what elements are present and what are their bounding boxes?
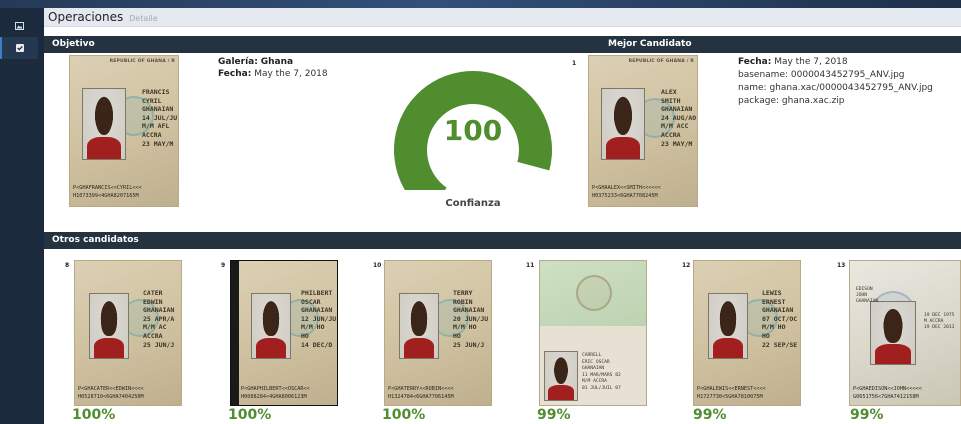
- candidate-score: 99%: [850, 407, 884, 423]
- best-package-info: package: ghana.xac.zip: [738, 96, 845, 106]
- portrait-photo: [82, 88, 126, 160]
- candidate-rank: 10: [373, 262, 382, 269]
- best-name-info: name: ghana.xac/0000043452795_ANV.jpg: [738, 83, 933, 93]
- top-strip: [0, 0, 961, 8]
- sidebar-item-tasks[interactable]: [0, 37, 38, 59]
- candidate-score: 100%: [72, 407, 116, 423]
- candidate-image[interactable]: PHILBERT OSCAR GHANAIAN 12 JUN/JU M/M HO HO…: [230, 260, 338, 406]
- otros-candidatos-header: Otros candidatos: [44, 232, 961, 249]
- page-header: Operaciones Detalle: [44, 8, 961, 27]
- sidebar-item-images[interactable]: [0, 15, 38, 37]
- checkbox-icon: [16, 44, 24, 52]
- best-basename-info: basename: 0000043452795_ANV.jpg: [738, 70, 905, 80]
- passport-fields: FRANCIS CYRIL GHANAIAN 14 JUL/JU M/M AFL…: [142, 88, 178, 148]
- candidate-image[interactable]: LEWIS ERNEST GHANAIAN 07 OCT/OC M/M HO HO 2…: [693, 260, 801, 406]
- candidate-rank: 13: [837, 262, 846, 269]
- page-subtitle: Detalle: [129, 14, 158, 23]
- target-date-info: Fecha: May the 7, 2018: [218, 69, 328, 79]
- target-passport-image[interactable]: REPUBLIC OF GHANA / R FRANCIS CYRIL GHAN…: [69, 55, 179, 207]
- gauge-value: 100: [443, 114, 503, 147]
- gallery-info: Galería: Ghana: [218, 57, 294, 67]
- candidate-score: 100%: [382, 407, 426, 423]
- sidebar: [0, 8, 38, 424]
- candidate-image[interactable]: CARRELL ERIC OSCAR GHANAIAN 11 MAR/MARS 82…: [539, 260, 647, 406]
- candidate-rank: 9: [221, 262, 226, 269]
- candidate-score: 99%: [693, 407, 727, 423]
- image-icon: [14, 22, 24, 30]
- passport-mrz: P<GHAALEX<<SMITH<<<<<< H0375233<6GHA7708…: [592, 185, 661, 199]
- candidate-score: 99%: [537, 407, 571, 423]
- candidate-rank: 12: [682, 262, 691, 269]
- mejor-candidato-header: Mejor Candidato: [600, 36, 961, 53]
- candidate-score: 100%: [228, 407, 272, 423]
- candidate-rank: 8: [65, 262, 70, 269]
- candidate-image[interactable]: EDISON JOHN GHANAIAN 19 DEC 1975 M ACCRA 1…: [849, 260, 961, 406]
- objetivo-header: Objetivo: [44, 36, 600, 53]
- passport-mrz: P<GHAFRANCIS<<CYRIL<<< H1073399<4GHA8207…: [73, 185, 142, 199]
- best-candidate-rank: 1: [572, 60, 577, 67]
- gauge-label: Confianza: [445, 198, 501, 209]
- candidate-image[interactable]: TERRY ROBIN GHANAIAN 20 JUN/JU M/M HO HO 25…: [384, 260, 492, 406]
- page-title: Operaciones: [48, 10, 124, 24]
- best-candidate-image[interactable]: REPUBLIC OF GHANA / R ALEX SMITH GHANAIA…: [588, 55, 698, 207]
- passport-fields: ALEX SMITH GHANAIAN 24 AUG/AO M/M ACC AC…: [661, 88, 697, 148]
- portrait-photo: [601, 88, 645, 160]
- candidate-image[interactable]: CATER EDWIN GHANAIAN 25 APR/A M/M AC ACCRA …: [74, 260, 182, 406]
- best-date-info: Fecha: May the 7, 2018: [738, 57, 848, 67]
- candidate-rank: 11: [526, 262, 535, 269]
- main-content: Operaciones Detalle Objetivo Mejor Candi…: [44, 8, 961, 424]
